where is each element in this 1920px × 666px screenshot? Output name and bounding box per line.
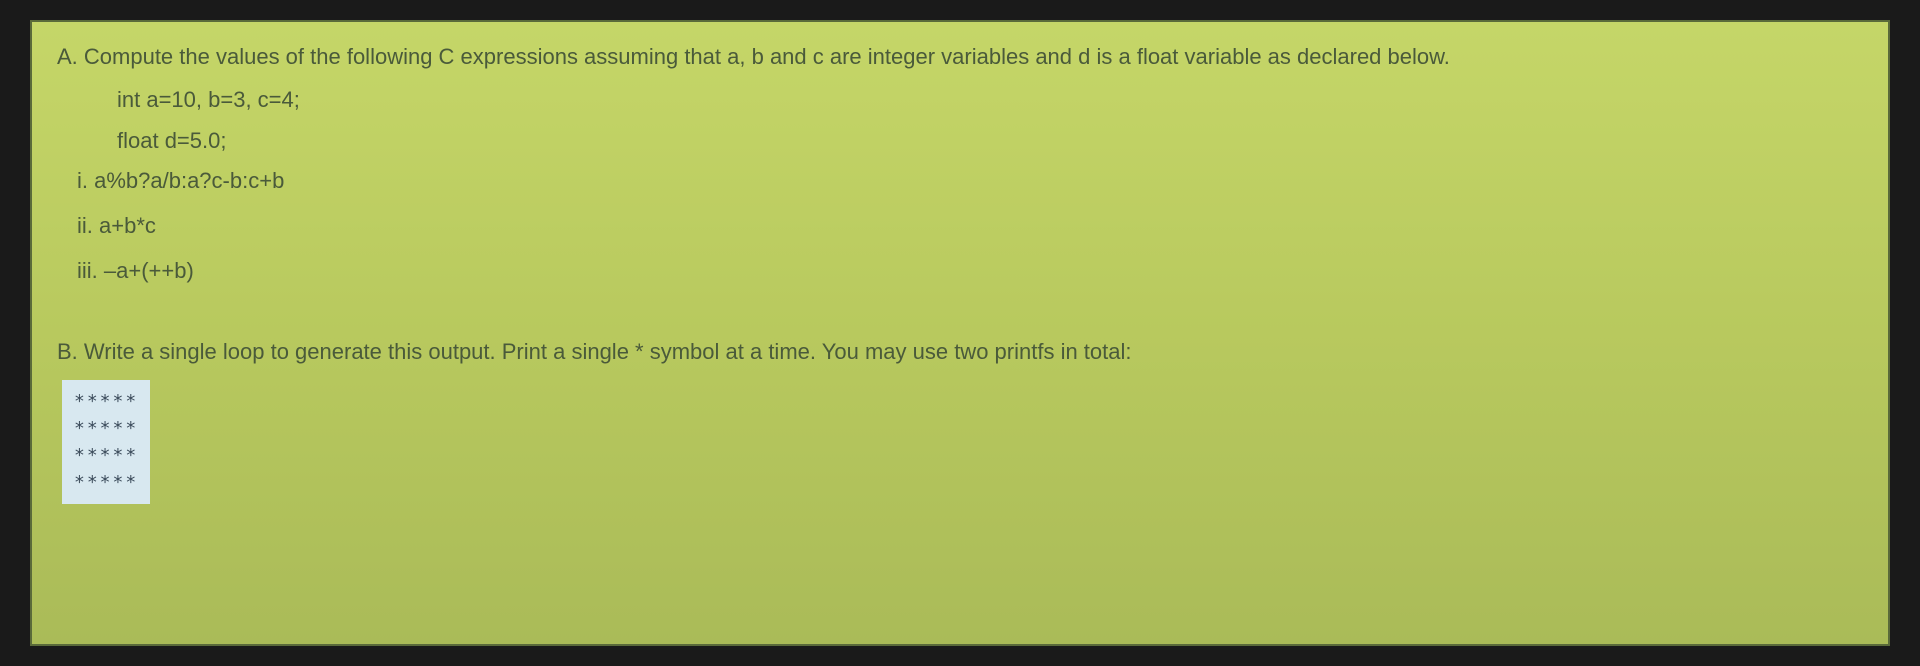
output-line: ***** — [74, 442, 138, 469]
output-box: ***** ***** ***** ***** — [62, 380, 150, 504]
question-content: A. Compute the values of the following C… — [30, 20, 1890, 646]
question-b-header: B. Write a single loop to generate this … — [57, 337, 1863, 368]
output-line: ***** — [74, 415, 138, 442]
declaration-int: int a=10, b=3, c=4; — [117, 85, 1863, 116]
sub-item-i: i. a%b?a/b:a?c-b:c+b — [77, 166, 1863, 197]
sub-item-ii: ii. a+b*c — [77, 211, 1863, 242]
output-line: ***** — [74, 469, 138, 496]
output-line: ***** — [74, 388, 138, 415]
declaration-float: float d=5.0; — [117, 126, 1863, 157]
question-a-header: A. Compute the values of the following C… — [57, 42, 1863, 73]
sub-item-iii: iii. –a+(++b) — [77, 256, 1863, 287]
